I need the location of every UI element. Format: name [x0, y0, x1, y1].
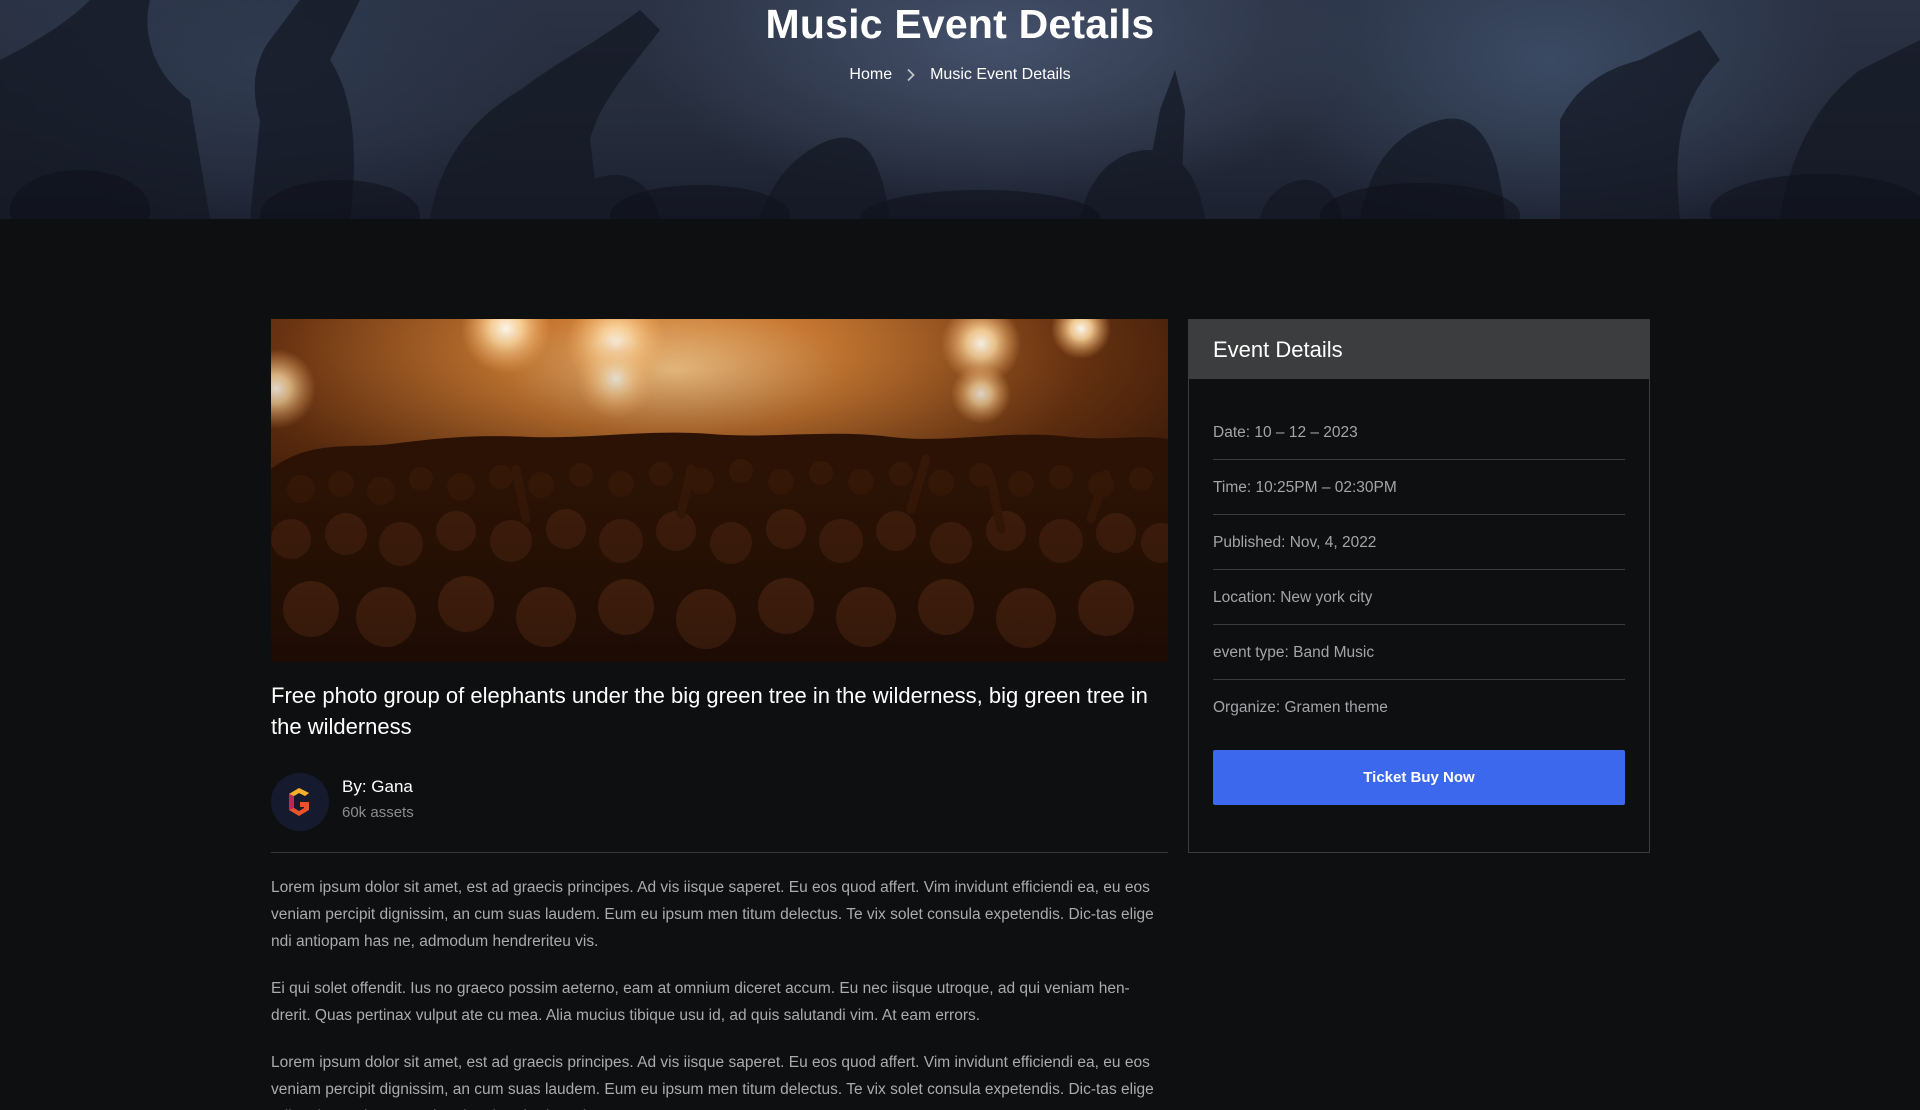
concert-crowd-image [271, 319, 1168, 662]
description-paragraph: Ei qui solet offendit. Ius no graeco pos… [271, 980, 1130, 1024]
detail-organizer: Organize: Gramen theme [1213, 699, 1388, 716]
event-title: Free photo group of elephants under the … [271, 683, 1148, 739]
breadcrumb: Home Music Event Details [0, 66, 1920, 84]
detail-date: Date: 10 – 12 – 2023 [1213, 405, 1625, 460]
avatar[interactable] [271, 773, 329, 831]
detail-published: Published: Nov, 4, 2022 [1213, 515, 1625, 570]
g-logo-icon [271, 773, 329, 831]
author-name[interactable]: By: Gana [342, 777, 413, 797]
event-image [271, 319, 1168, 662]
breadcrumb-home-link[interactable]: Home [849, 66, 892, 84]
detail-location: Location: New york city [1213, 570, 1625, 625]
event-details-sidebar: Event Details Date: 10 – 12 – 2023 Time:… [1188, 319, 1650, 853]
author-assets-count: 60k assets [342, 804, 414, 821]
sidebar-title: Event Details [1189, 320, 1649, 379]
description-paragraph: Lorem ipsum dolor sit amet, est ad graec… [271, 1054, 1154, 1110]
chevron-right-icon [906, 68, 916, 82]
ticket-buy-button[interactable]: Ticket Buy Now [1213, 750, 1625, 805]
page-title: Music Event Details [765, 1, 1155, 47]
event-description: Lorem ipsum dolor sit amet, est ad graec… [271, 874, 1168, 1110]
detail-event-type: event type: Band Music [1213, 625, 1625, 680]
detail-time: Time: 10:25PM – 02:30PM [1213, 460, 1625, 515]
breadcrumb-current: Music Event Details [930, 66, 1071, 83]
hero-banner: Music Event Details Home Music Event Det… [0, 0, 1920, 219]
event-details-list: Date: 10 – 12 – 2023 Time: 10:25PM – 02:… [1213, 405, 1625, 735]
description-paragraph: Lorem ipsum dolor sit amet, est ad graec… [271, 879, 1154, 950]
author-block: By: Gana 60k assets [271, 773, 1168, 853]
